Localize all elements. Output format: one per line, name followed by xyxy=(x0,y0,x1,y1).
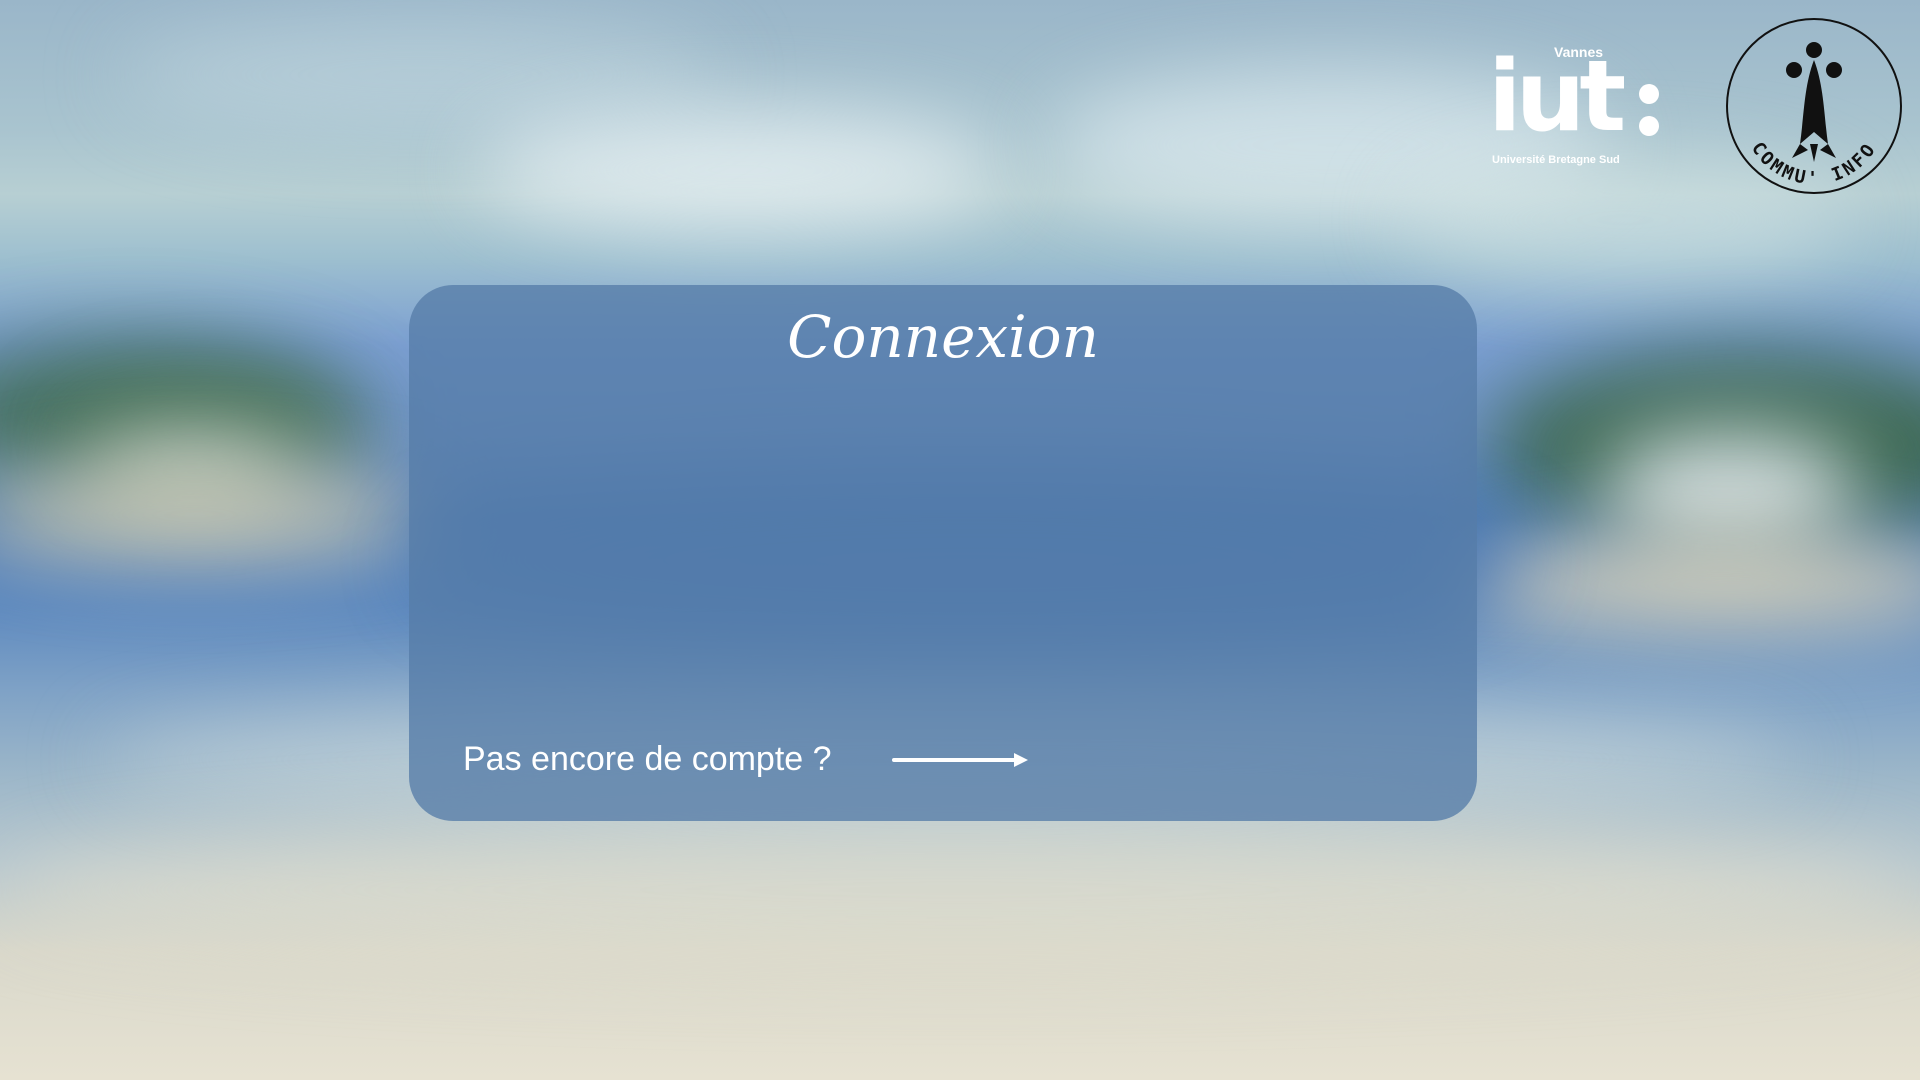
iut-wordmark: iut xyxy=(1488,40,1626,154)
login-page: Vannes iut Université Bretagne Sud COMMU… xyxy=(0,0,1920,1080)
login-card: Connexion Pas encore de compte ? xyxy=(409,285,1477,821)
background-shore xyxy=(0,470,430,560)
signup-row: Pas encore de compte ? xyxy=(463,740,1032,779)
iut-logo: Vannes iut Université Bretagne Sud xyxy=(1488,42,1668,172)
arrow-right-icon[interactable] xyxy=(891,750,1032,770)
background-cloud xyxy=(120,20,720,130)
login-title: Connexion xyxy=(787,303,1099,371)
iut-subtitle: Université Bretagne Sud xyxy=(1492,154,1620,166)
background-cloud xyxy=(480,110,1000,230)
commu-info-seal: COMMU' INFO xyxy=(1726,18,1902,194)
background-shore xyxy=(1460,540,1920,630)
ermine-icon xyxy=(1786,42,1842,162)
signup-prompt: Pas encore de compte ? xyxy=(463,740,832,778)
iut-colon-icon xyxy=(1639,84,1659,136)
background-beach xyxy=(0,820,1920,960)
background-house xyxy=(1600,430,1860,550)
